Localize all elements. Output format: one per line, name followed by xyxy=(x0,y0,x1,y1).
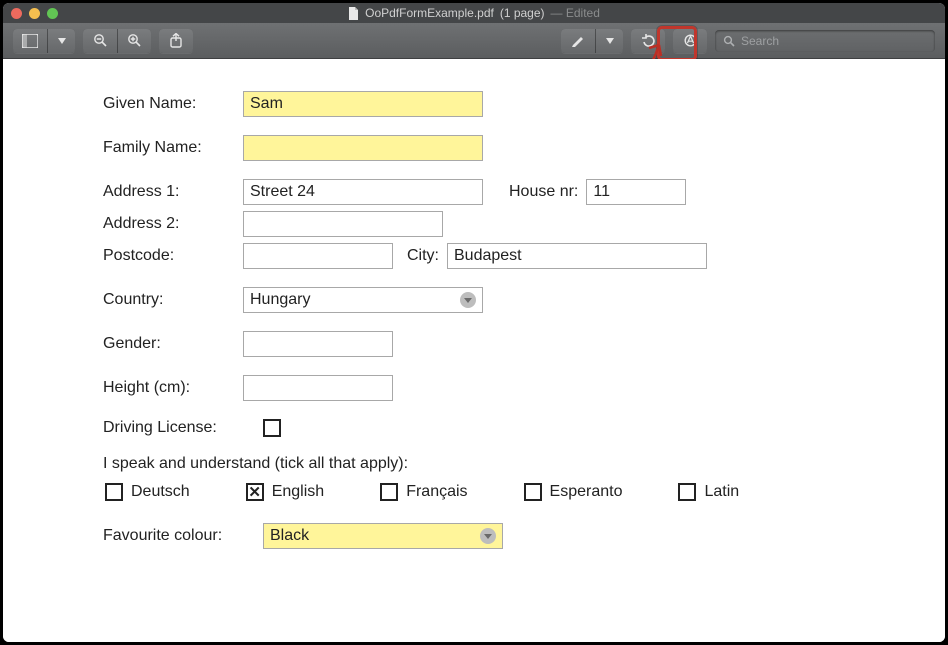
chevron-down-icon xyxy=(480,528,496,544)
house-nr-label: House nr: xyxy=(509,183,578,201)
language-option-francais: Français xyxy=(380,483,467,501)
highlight-dropdown[interactable] xyxy=(595,29,623,53)
zoom-window-button[interactable] xyxy=(47,8,58,19)
sidebar-view-button[interactable] xyxy=(13,29,47,53)
search-icon xyxy=(723,35,735,47)
language-checkbox-deutsch[interactable] xyxy=(105,483,123,501)
family-name-label: Family Name: xyxy=(103,139,243,157)
chevron-down-icon xyxy=(460,292,476,308)
given-name-field[interactable]: Sam xyxy=(243,91,483,117)
fav-colour-value: Black xyxy=(270,527,309,545)
search-field[interactable]: Search xyxy=(715,30,935,52)
language-checkbox-latin[interactable] xyxy=(678,483,696,501)
window-title-pages: (1 page) xyxy=(500,6,545,20)
city-label: City: xyxy=(407,247,439,265)
address1-field[interactable]: Street 24 xyxy=(243,179,483,205)
language-checkbox-esperanto[interactable] xyxy=(524,483,542,501)
given-name-value: Sam xyxy=(250,95,283,113)
postcode-field[interactable] xyxy=(243,243,393,269)
language-option-english: ✕ English xyxy=(246,483,324,501)
zoom-out-button[interactable] xyxy=(83,29,117,53)
city-value: Budapest xyxy=(454,247,522,265)
titlebar: OoPdfFormExample.pdf (1 page) — Edited xyxy=(3,3,945,23)
highlight-button[interactable] xyxy=(561,29,595,53)
view-segment xyxy=(13,29,75,53)
minimize-window-button[interactable] xyxy=(29,8,40,19)
address1-value: Street 24 xyxy=(250,183,315,201)
zoom-in-button[interactable] xyxy=(117,29,151,53)
house-nr-field[interactable]: 11 xyxy=(586,179,686,205)
language-label-esperanto: Esperanto xyxy=(550,483,623,501)
sidebar-view-dropdown[interactable] xyxy=(47,29,75,53)
share-button[interactable] xyxy=(159,29,193,53)
close-window-button[interactable] xyxy=(11,8,22,19)
traffic-lights xyxy=(11,8,58,19)
fav-colour-label: Favourite colour: xyxy=(103,527,263,545)
share-segment xyxy=(159,29,193,53)
language-option-latin: Latin xyxy=(678,483,739,501)
preview-window: OoPdfFormExample.pdf (1 page) — Edited xyxy=(0,0,948,645)
window-title-filename: OoPdfFormExample.pdf xyxy=(365,6,494,20)
language-option-deutsch: Deutsch xyxy=(105,483,190,501)
annotation-highlight-box xyxy=(657,26,697,61)
document-icon xyxy=(348,7,359,20)
height-label: Height (cm): xyxy=(103,379,243,397)
search-placeholder: Search xyxy=(741,34,779,48)
languages-row: Deutsch ✕ English Français Esperanto xyxy=(105,483,901,501)
window-title-edited: — Edited xyxy=(551,6,600,20)
driving-license-label: Driving License: xyxy=(103,419,263,437)
city-field[interactable]: Budapest xyxy=(447,243,707,269)
country-label: Country: xyxy=(103,291,243,309)
markup-segment xyxy=(561,29,623,53)
language-label-francais: Français xyxy=(406,483,467,501)
window-title: OoPdfFormExample.pdf (1 page) — Edited xyxy=(3,3,945,23)
language-checkbox-english[interactable]: ✕ xyxy=(246,483,264,501)
language-label-latin: Latin xyxy=(704,483,739,501)
languages-prompt: I speak and understand (tick all that ap… xyxy=(103,455,901,473)
document-viewport: Given Name: Sam Family Name: Address 1: … xyxy=(3,59,945,642)
language-label-deutsch: Deutsch xyxy=(131,483,190,501)
gender-label: Gender: xyxy=(103,335,243,353)
toolbar: Search xyxy=(3,23,945,59)
address2-field[interactable] xyxy=(243,211,443,237)
house-nr-value: 11 xyxy=(593,183,610,201)
pdf-page: Given Name: Sam Family Name: Address 1: … xyxy=(7,63,941,638)
fav-colour-dropdown[interactable]: Black xyxy=(263,523,503,549)
driving-license-checkbox[interactable] xyxy=(263,419,281,437)
gender-field[interactable] xyxy=(243,331,393,357)
country-value: Hungary xyxy=(250,291,310,309)
postcode-label: Postcode: xyxy=(103,247,243,265)
address1-label: Address 1: xyxy=(103,183,243,201)
window-inner: OoPdfFormExample.pdf (1 page) — Edited xyxy=(3,3,945,642)
family-name-field[interactable] xyxy=(243,135,483,161)
zoom-segment xyxy=(83,29,151,53)
language-label-english: English xyxy=(272,483,324,501)
address2-label: Address 2: xyxy=(103,215,243,233)
height-field[interactable] xyxy=(243,375,393,401)
language-option-esperanto: Esperanto xyxy=(524,483,623,501)
country-dropdown[interactable]: Hungary xyxy=(243,287,483,313)
language-checkbox-francais[interactable] xyxy=(380,483,398,501)
given-name-label: Given Name: xyxy=(103,95,243,113)
